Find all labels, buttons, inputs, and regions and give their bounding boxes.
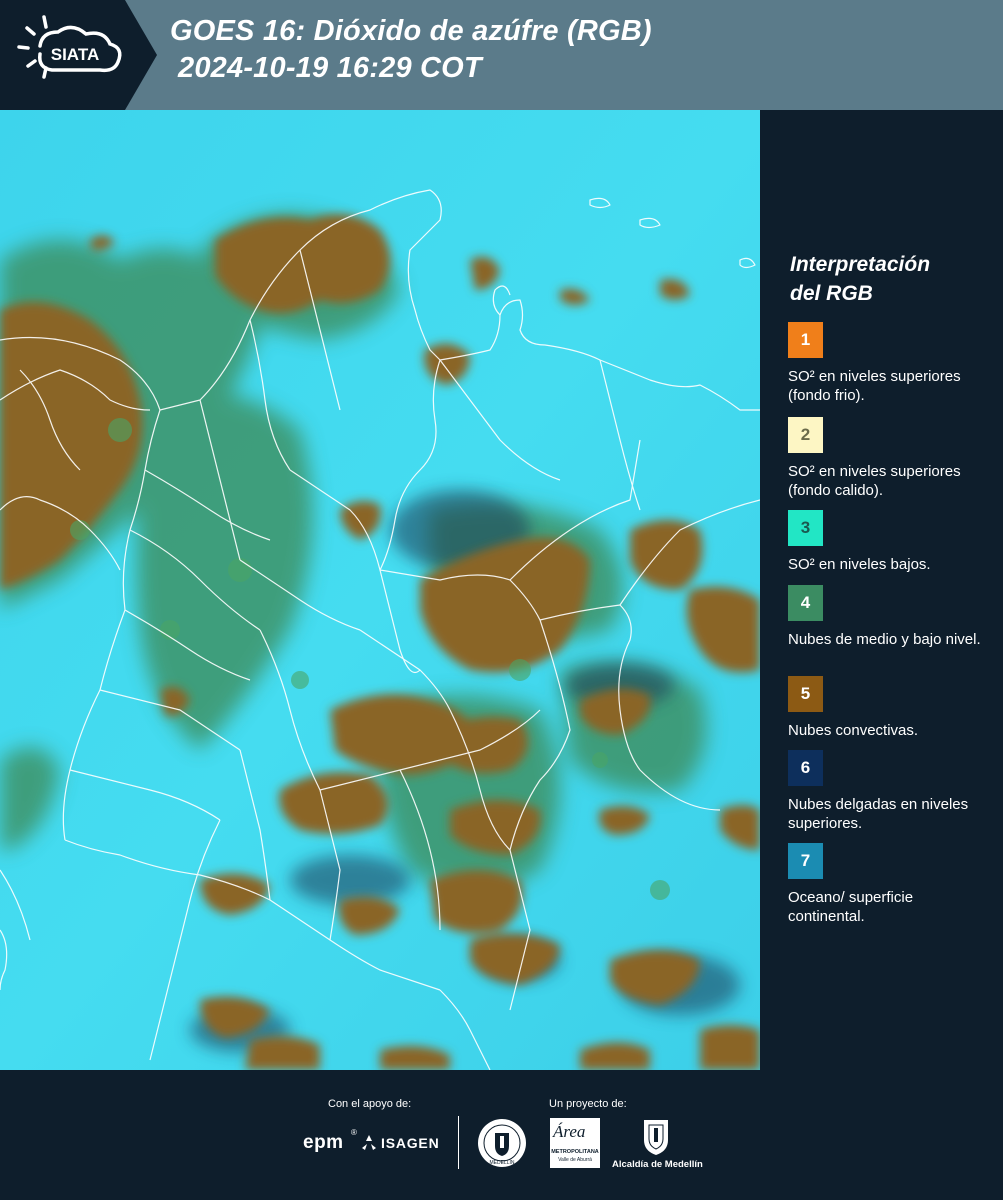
footer-divider xyxy=(458,1116,459,1169)
legend-label-2: SO² en niveles superiores (fondo calido)… xyxy=(788,463,961,499)
legend-label-4: Nubes de medio y bajo nivel. xyxy=(788,631,981,648)
alcaldia-logo-text: Alcaldía de Medellín xyxy=(612,1159,703,1170)
header-bar: SIATA GOES 16: Dióxido de azúfre (RGB) 2… xyxy=(0,0,1003,110)
legend-swatch-5: 5 xyxy=(788,676,823,712)
legend-item-1: 1 SO² en niveles superiores (fondo frio)… xyxy=(788,322,993,405)
legend-swatch-7: 7 xyxy=(788,843,823,879)
legend-label-7: Oceano/ superficie continental. xyxy=(788,889,914,925)
legend-item-3: 3 SO² en niveles bajos. xyxy=(788,510,993,574)
legend-panel: Interpretación del RGB 1 SO² en niveles … xyxy=(760,110,1003,1070)
area-logo-sub1: METROPOLITANA xyxy=(551,1149,599,1155)
legend-label-5: Nubes convectivas. xyxy=(788,722,919,739)
isagen-logo: ISAGEN xyxy=(381,1135,440,1151)
legend-item-6: 6 Nubes delgadas en niveles superiores. xyxy=(788,750,993,833)
epm-logo: epm xyxy=(303,1132,344,1153)
isagen-mark-icon xyxy=(360,1134,378,1152)
epm-registered-mark: ® xyxy=(351,1128,357,1137)
support-caption: Con el apoyo de: xyxy=(328,1098,412,1110)
title-line-1: GOES 16: Dióxido de azúfre (RGB) xyxy=(170,15,652,47)
footer: Con el apoyo de: Un proyecto de: epm ® I… xyxy=(0,1070,1003,1200)
project-caption: Un proyecto de: xyxy=(549,1098,627,1110)
legend-item-7: 7 Oceano/ superficie continental. xyxy=(788,843,993,926)
alcaldia-shield-icon xyxy=(641,1118,671,1156)
siata-logo: SIATA xyxy=(0,0,157,110)
legend-title: Interpretación del RGB xyxy=(790,250,930,308)
legend-item-2: 2 SO² en niveles superiores (fondo calid… xyxy=(788,417,993,500)
legend-swatch-3: 3 xyxy=(788,510,823,546)
legend-title-line-1: Interpretación xyxy=(790,253,931,276)
siata-logo-text: SIATA xyxy=(51,45,99,64)
legend-label-3: SO² en niveles bajos. xyxy=(788,556,931,573)
area-metropolitana-logo: Área METROPOLITANA Valle de Aburrá xyxy=(550,1118,600,1168)
legend-title-line-2: del RGB xyxy=(790,282,873,305)
area-logo-text: Área xyxy=(553,1122,586,1141)
page-title: GOES 16: Dióxido de azúfre (RGB) 2024-10… xyxy=(170,13,652,87)
legend-swatch-4: 4 xyxy=(788,585,823,621)
area-logo-sub2: Valle de Aburrá xyxy=(558,1157,592,1163)
legend-item-5: 5 Nubes convectivas. xyxy=(788,676,993,740)
legend-label-6: Nubes delgadas en niveles superiores. xyxy=(788,796,969,832)
medellin-seal-text: MEDELLÍN xyxy=(489,1159,514,1166)
legend-swatch-1: 1 xyxy=(788,322,823,358)
satellite-map xyxy=(0,110,760,1070)
legend-label-1: SO² en niveles superiores (fondo frio). xyxy=(788,368,961,404)
legend-swatch-6: 6 xyxy=(788,750,823,786)
medellin-seal-logo: MEDELLÍN xyxy=(477,1118,527,1168)
title-timestamp: 2024-10-19 16:29 COT xyxy=(178,52,482,84)
legend-swatch-2: 2 xyxy=(788,417,823,453)
legend-item-4: 4 Nubes de medio y bajo nivel. xyxy=(788,585,993,649)
